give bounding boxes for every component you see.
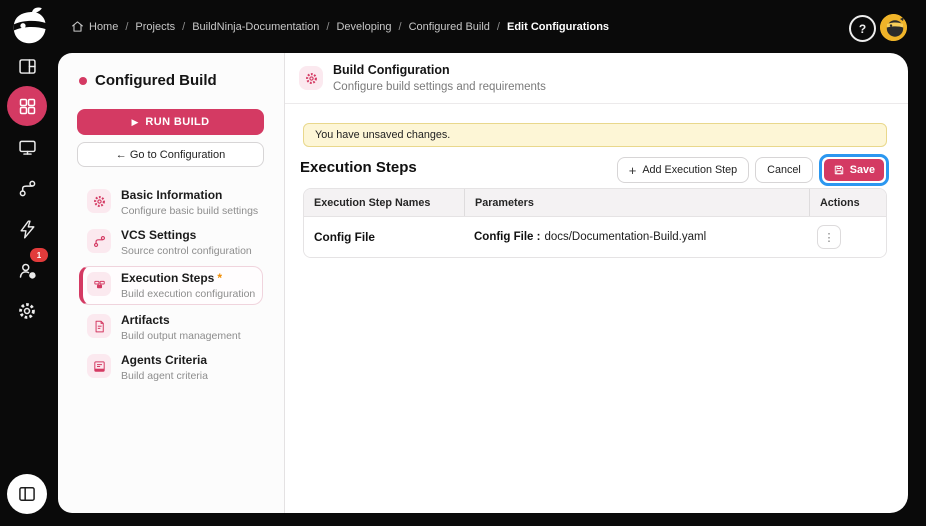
bricks-icon xyxy=(87,272,111,296)
notification-badge: 1 xyxy=(30,248,48,262)
git-branch-icon xyxy=(87,229,111,253)
breadcrumb-separator: / xyxy=(326,20,330,33)
play-icon: ▶ xyxy=(131,116,139,127)
banner-text: You have unsaved changes. xyxy=(315,129,451,141)
user-gear-icon xyxy=(19,263,36,279)
header-divider xyxy=(285,103,908,104)
item-subtitle: Source control configuration xyxy=(121,245,252,257)
item-subtitle: Build agent criteria xyxy=(121,370,208,382)
sidebar-item-artifacts[interactable]: Artifacts Build output management xyxy=(87,314,277,342)
rail-users-button[interactable]: 1 xyxy=(7,248,48,290)
sidebar-item-basic-information[interactable]: Basic Information Configure basic build … xyxy=(87,189,277,217)
sidebar-title: Configured Build xyxy=(95,72,217,89)
home-icon xyxy=(72,21,83,32)
run-build-button[interactable]: ▶ RUN BUILD xyxy=(77,109,264,135)
rail-vcs-button[interactable] xyxy=(7,168,47,208)
agent-screen-icon xyxy=(87,354,111,378)
breadcrumb-separator: / xyxy=(125,20,129,33)
help-button[interactable]: ? xyxy=(849,15,876,42)
item-title: Basic Information xyxy=(121,188,223,202)
save-label: Save xyxy=(849,164,875,176)
table-row: Config File Config File : docs/Documenta… xyxy=(304,217,886,257)
row-actions-menu-button[interactable]: ⋮ xyxy=(817,225,841,249)
gear-icon xyxy=(299,66,323,90)
item-subtitle: Build execution configuration xyxy=(121,288,256,300)
rail-quick-actions-button[interactable] xyxy=(7,209,47,249)
add-execution-step-label: Add Execution Step xyxy=(642,164,738,176)
column-header-step-names: Execution Step Names xyxy=(314,196,431,209)
unsaved-changes-banner: You have unsaved changes. xyxy=(303,123,887,147)
required-mark: * xyxy=(217,271,223,285)
sidebar-title-row: Configured Build xyxy=(79,72,217,89)
rail-projects-grid-button[interactable] xyxy=(7,86,47,126)
build-sidebar-panel: Configured Build ▶ RUN BUILD ← Go to Con… xyxy=(58,53,285,513)
rail-agents-monitor-button[interactable] xyxy=(7,127,47,167)
item-title: Execution Steps * xyxy=(121,272,255,285)
apps-grid-icon xyxy=(19,98,35,114)
settings-gear-icon xyxy=(19,303,35,319)
build-configuration-panel: Build Configuration Configure build sett… xyxy=(285,53,908,513)
breadcrumb-edit-configurations: Edit Configurations xyxy=(506,20,610,33)
breadcrumb-home[interactable]: Home xyxy=(89,21,118,33)
go-to-configuration-button[interactable]: ← Go to Configuration xyxy=(77,142,264,167)
breadcrumb-project-name[interactable]: BuildNinja-Documentation xyxy=(192,21,319,33)
status-dot xyxy=(79,76,87,85)
column-header-actions: Actions xyxy=(809,189,886,216)
actions-toolbar: + Add Execution Step Cancel Save xyxy=(616,154,889,186)
add-execution-step-button[interactable]: + Add Execution Step xyxy=(616,157,750,183)
item-subtitle: Configure basic build settings xyxy=(121,205,259,217)
vertical-dots-icon: ⋮ xyxy=(823,231,835,244)
item-subtitle: Build output management xyxy=(121,330,241,342)
item-title: Artifacts xyxy=(121,313,170,327)
page-subtitle: Configure build settings and requirement… xyxy=(333,81,546,93)
item-title: VCS Settings xyxy=(121,228,197,242)
question-mark-icon: ? xyxy=(858,21,867,36)
cancel-label: Cancel xyxy=(767,164,801,176)
rail-dashboard-layout-button[interactable] xyxy=(7,46,47,86)
dashboard-layout-icon xyxy=(18,58,36,74)
breadcrumb-developing[interactable]: Developing xyxy=(336,21,391,33)
breadcrumb-projects[interactable]: Projects xyxy=(135,21,175,33)
breadcrumb: Home / Projects / BuildNinja-Documentati… xyxy=(71,0,609,53)
gear-icon xyxy=(87,189,111,213)
execution-steps-table: Execution Step Names Parameters Actions … xyxy=(303,188,887,258)
section-title: Execution Steps xyxy=(300,159,417,176)
floppy-disk-icon xyxy=(834,165,843,175)
breadcrumb-separator: / xyxy=(496,20,500,33)
user-avatar[interactable] xyxy=(880,14,907,41)
rail-settings-button[interactable] xyxy=(7,291,47,331)
page-title: Build Configuration xyxy=(333,63,450,77)
lightning-bolt-icon xyxy=(20,219,34,239)
breadcrumb-separator: / xyxy=(182,20,186,33)
item-title: Agents Criteria xyxy=(121,353,208,367)
sidebar-item-execution-steps[interactable]: Execution Steps * Build execution configu… xyxy=(87,272,277,300)
save-button[interactable]: Save xyxy=(823,159,884,181)
item-title-text: Execution Steps xyxy=(121,271,215,285)
top-bar: Home / Projects / BuildNinja-Documentati… xyxy=(0,0,926,53)
parameter-value: docs/Documentation-Build.yaml xyxy=(544,231,707,243)
step-name: Config File xyxy=(314,230,375,244)
table-header-row: Execution Step Names Parameters Actions xyxy=(304,189,886,217)
cancel-button[interactable]: Cancel xyxy=(755,157,813,183)
git-branch-icon xyxy=(19,180,35,196)
breadcrumb-separator: / xyxy=(398,20,402,33)
sidebar-item-agents-criteria[interactable]: Agents Criteria Build agent criteria xyxy=(87,354,277,382)
app-window: Home / Projects / BuildNinja-Documentati… xyxy=(0,0,926,526)
go-to-configuration-label: ← Go to Configuration xyxy=(115,148,226,161)
sidebar-item-vcs-settings[interactable]: VCS Settings Source control configuratio… xyxy=(87,229,277,257)
run-build-label: RUN BUILD xyxy=(145,116,210,128)
monitor-icon xyxy=(18,140,36,155)
plus-icon: + xyxy=(628,162,637,178)
sidebar-collapse-button[interactable] xyxy=(7,474,47,514)
parameter-label: Config File : xyxy=(474,231,541,243)
breadcrumb-configured-build[interactable]: Configured Build xyxy=(409,21,490,33)
buildninja-logo-icon[interactable] xyxy=(9,4,51,50)
panel-toggle-icon xyxy=(19,487,35,501)
file-icon xyxy=(87,314,111,338)
column-header-parameters: Parameters xyxy=(464,189,809,216)
save-button-focus-ring: Save xyxy=(818,154,889,186)
